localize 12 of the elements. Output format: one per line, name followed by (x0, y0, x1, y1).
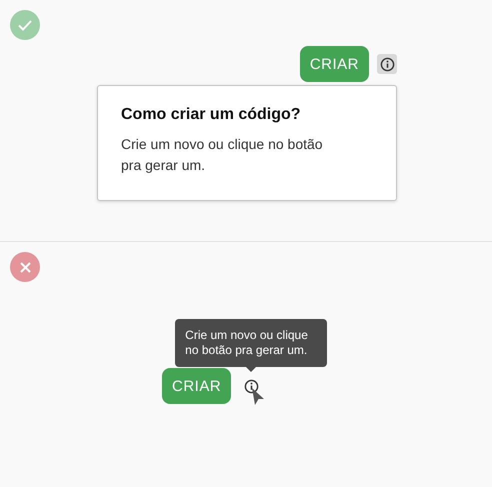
cursor-icon (252, 388, 266, 405)
info-icon (380, 56, 394, 72)
tooltip: Crie um novo ou clique no botão pra gerar um. (175, 319, 328, 367)
tooltip-pointer (246, 367, 256, 372)
check-icon (18, 20, 32, 30)
create-button[interactable]: CRIAR (300, 46, 369, 82)
info-button[interactable] (377, 54, 397, 74)
popover-title: Como criar um código? (121, 106, 302, 124)
create-button[interactable]: CRIAR (162, 368, 232, 404)
cross-icon (20, 262, 30, 272)
info-icon (244, 378, 259, 394)
popover-text: Crie um novo ou clique no botão pra gerar um. (121, 135, 324, 175)
